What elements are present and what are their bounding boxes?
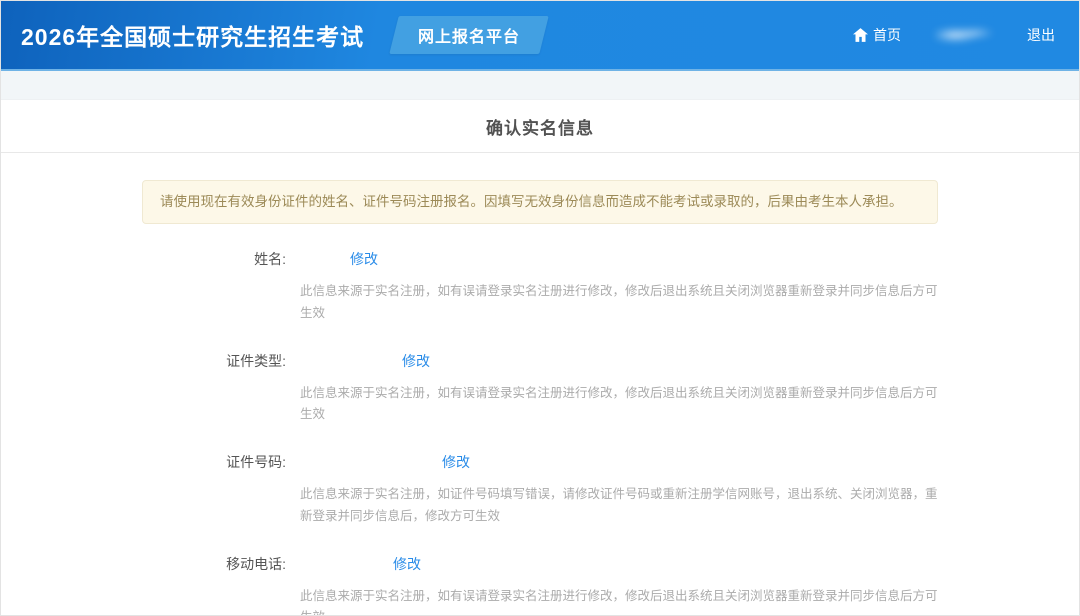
page-title: 确认实名信息 — [1, 114, 1079, 139]
nav-home-label: 首页 — [873, 25, 901, 45]
nav-logout-link[interactable]: 退出 — [1027, 25, 1055, 45]
site-title: 2026年全国硕士研究生招生考试 — [21, 18, 364, 52]
name-modify-link[interactable]: 修改 — [350, 249, 378, 269]
id-type-modify-link[interactable]: 修改 — [402, 351, 430, 371]
id-number-value-redacted — [286, 453, 442, 471]
form-row-id-type: 证件类型: 修改 此信息来源于实名注册，如有误请登录实名注册进行修改，修改后退出… — [140, 351, 940, 426]
id-type-label: 证件类型: — [140, 351, 286, 371]
form-row-name: 姓名: 修改 此信息来源于实名注册，如有误请登录实名注册进行修改，修改后退出系统… — [140, 249, 940, 324]
form-row-id-number: 证件号码: 修改 此信息来源于实名注册，如证件号码填写错误，请修改证件号码或重新… — [140, 452, 940, 527]
name-label: 姓名: — [140, 249, 286, 269]
mobile-label: 移动电话: — [140, 554, 286, 574]
nav-logout-label: 退出 — [1027, 25, 1055, 45]
home-icon — [853, 28, 868, 42]
name-value-redacted — [286, 250, 350, 268]
id-number-modify-link[interactable]: 修改 — [442, 452, 470, 472]
mobile-modify-link[interactable]: 修改 — [393, 554, 421, 574]
mobile-hint: 此信息来源于实名注册，如有误请登录实名注册进行修改，修改后退出系统且关闭浏览器重… — [300, 586, 940, 616]
registration-page: 2026年全国硕士研究生招生考试 网上报名平台 首页 退出 确认实名信息 请使用… — [0, 0, 1080, 616]
username-blurred — [935, 25, 993, 45]
sub-header-strip — [1, 71, 1079, 100]
form-row-mobile: 移动电话: 修改 此信息来源于实名注册，如有误请登录实名注册进行修改，修改后退出… — [140, 554, 940, 616]
id-number-hint: 此信息来源于实名注册，如证件号码填写错误，请修改证件号码或重新注册学信网账号，退… — [300, 484, 940, 527]
notice-alert: 请使用现在有效身份证件的姓名、证件号码注册报名。因填写无效身份信息而造成不能考试… — [142, 180, 938, 224]
id-type-value-redacted — [286, 352, 402, 370]
name-hint: 此信息来源于实名注册，如有误请登录实名注册进行修改，修改后退出系统且关闭浏览器重… — [300, 281, 940, 324]
top-header: 2026年全国硕士研究生招生考试 网上报名平台 首页 退出 — [1, 1, 1079, 71]
page-title-row: 确认实名信息 — [1, 100, 1079, 153]
id-type-hint: 此信息来源于实名注册，如有误请登录实名注册进行修改，修改后退出系统且关闭浏览器重… — [300, 383, 940, 426]
platform-badge: 网上报名平台 — [389, 16, 548, 54]
id-number-label: 证件号码: — [140, 452, 286, 472]
platform-badge-label: 网上报名平台 — [418, 23, 520, 47]
top-nav: 首页 退出 — [853, 25, 1055, 45]
main-content: 确认实名信息 请使用现在有效身份证件的姓名、证件号码注册报名。因填写无效身份信息… — [1, 100, 1079, 616]
mobile-value-redacted — [286, 555, 393, 573]
realname-form: 姓名: 修改 此信息来源于实名注册，如有误请登录实名注册进行修改，修改后退出系统… — [140, 249, 940, 616]
nav-home-link[interactable]: 首页 — [853, 25, 901, 45]
